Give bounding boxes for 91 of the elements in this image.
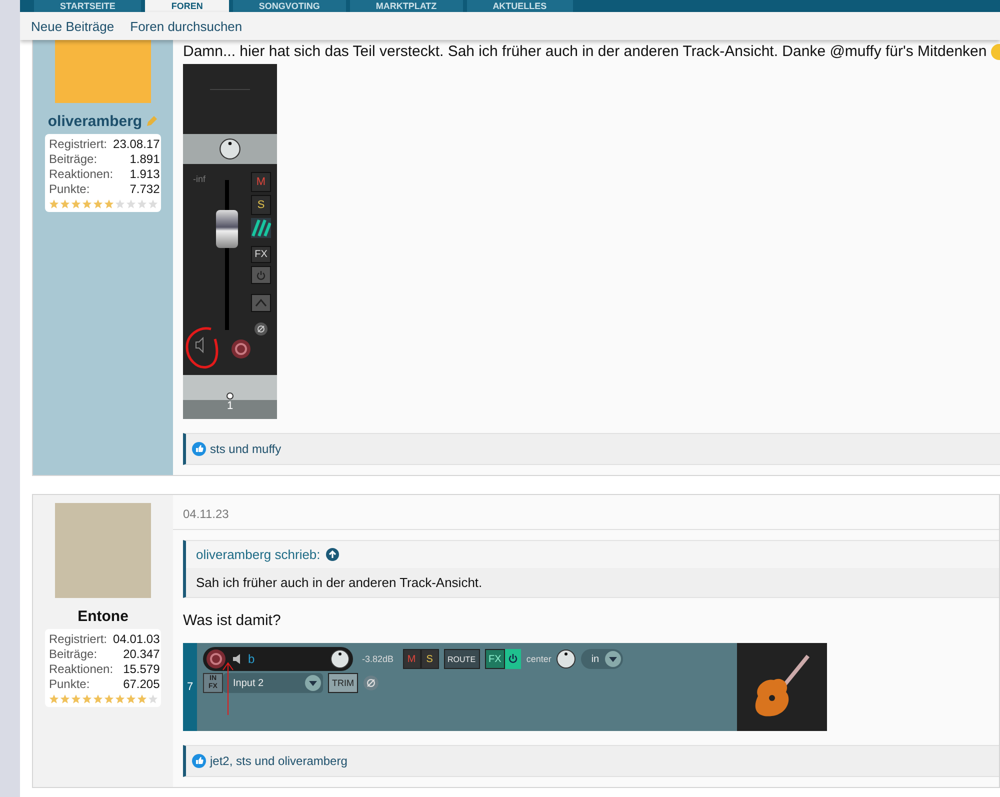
quote-author-link[interactable]: oliveramberg schrieb: (196, 547, 320, 562)
sub-nav-link[interactable]: Neue Beiträge (31, 18, 114, 34)
stat-value: 20.347 (122, 647, 160, 661)
mode-dropdown[interactable]: in (581, 649, 624, 669)
star-icon (148, 694, 158, 704)
post-date: 04.11.23 (173, 495, 999, 530)
arrow-up-icon[interactable] (326, 548, 340, 561)
power-icon[interactable] (505, 649, 522, 669)
caret-icon (305, 675, 321, 691)
solo-button[interactable]: S (420, 649, 439, 669)
star-icon (104, 694, 114, 704)
stat-value: 1.891 (128, 152, 160, 166)
nav-tab[interactable]: STARTSEITE (34, 0, 142, 12)
trim-button[interactable]: TRIM (328, 673, 358, 693)
star-icon (49, 199, 59, 209)
track-name-field[interactable]: b (203, 647, 353, 671)
username[interactable]: Entone (78, 608, 128, 625)
star-icon (126, 694, 136, 704)
mute-button[interactable]: M (251, 172, 271, 192)
fader-handle[interactable] (216, 210, 238, 248)
stat-value: 1.913 (128, 167, 160, 181)
stat-label: Reaktionen: (49, 662, 114, 676)
like-icon (192, 754, 206, 768)
knob-icon[interactable] (556, 649, 576, 669)
quote-text: Sah ich früher auch in der anderen Track-Ansicht. (186, 568, 999, 597)
star-icon (82, 199, 92, 209)
stat-label: Punkte: (49, 182, 91, 196)
star-icon (115, 694, 125, 704)
stat-label: Reaktionen: (49, 167, 114, 181)
post-text: Was ist damit? (183, 612, 281, 629)
stat-label: Beiträge: (49, 152, 98, 166)
star-icon (137, 199, 147, 209)
envelope-button[interactable] (251, 294, 271, 312)
star-icon (49, 694, 59, 704)
sub-nav-link[interactable]: Foren durchsuchen (130, 18, 242, 34)
speaker-icon[interactable] (232, 653, 242, 665)
post-text: Damn... hier hat sich das Teil versteckt. Sah ich früher auch in der anderen Track-Ansicht. Danke @muffy für's Mitdenken (183, 43, 987, 60)
stat-value: 7.732 (128, 182, 160, 196)
stat-value: 15.579 (122, 662, 160, 676)
annotation-arrow (222, 661, 234, 715)
track-number: 7 (183, 643, 197, 731)
pencil-icon (145, 115, 158, 128)
mute-button[interactable]: M (402, 649, 421, 669)
stat-label: Registriert: (49, 137, 108, 151)
route-button[interactable]: ROUTE (444, 649, 480, 669)
stat-label: Beiträge: (49, 647, 98, 661)
route-icon[interactable] (251, 218, 271, 238)
star-icon (71, 199, 81, 209)
star-icon (104, 199, 114, 209)
stat-value: 23.08.17 (113, 137, 160, 151)
volume-reading: -3.82dB (362, 654, 394, 664)
knob-icon[interactable] (219, 138, 241, 160)
record-icon[interactable] (231, 339, 251, 359)
username[interactable]: oliveramberg (48, 113, 142, 130)
star-icon (60, 694, 70, 704)
star-icon (148, 199, 158, 209)
nav-tab[interactable]: SONGVOTING (232, 0, 346, 12)
caret-icon (605, 651, 622, 667)
reactions-link[interactable]: jet2, sts und oliveramberg (210, 754, 348, 768)
like-icon (192, 442, 206, 456)
stat-value: 04.01.03 (113, 632, 160, 646)
nav-tab[interactable]: FOREN (145, 0, 229, 12)
volume-reading: -inf (193, 174, 206, 184)
phase-icon[interactable] (254, 322, 268, 336)
stat-label: Punkte: (49, 677, 91, 691)
solo-button[interactable]: S (251, 195, 271, 215)
pan-dot-icon (226, 392, 234, 400)
power-button[interactable] (251, 266, 271, 284)
star-icon (82, 694, 92, 704)
fx-button[interactable]: FX (251, 246, 271, 263)
nav-tab[interactable]: MARKTPLATZ (350, 0, 463, 12)
track-number: 1 (183, 400, 277, 419)
star-icon (93, 199, 103, 209)
stat-label: Registriert: (49, 632, 108, 646)
volume-fader[interactable] (216, 180, 238, 330)
star-icon (137, 694, 147, 704)
star-icon (93, 694, 103, 704)
star-icon (71, 694, 81, 704)
star-icon (126, 199, 136, 209)
stat-value: 67.205 (122, 677, 160, 691)
nav-tab[interactable]: AKTUELLES (466, 0, 573, 12)
pan-reading: center (526, 654, 552, 664)
power-icon (256, 270, 266, 280)
fx-button[interactable]: FX (484, 649, 506, 669)
knob-icon[interactable] (330, 649, 350, 669)
input-dropdown[interactable]: Input 2 (223, 673, 323, 693)
envelope-icon (255, 298, 267, 308)
reactions-link[interactable]: sts und muffy (210, 442, 282, 456)
record-icon[interactable] (206, 649, 226, 669)
star-icon (60, 199, 70, 209)
star-icon (115, 199, 125, 209)
